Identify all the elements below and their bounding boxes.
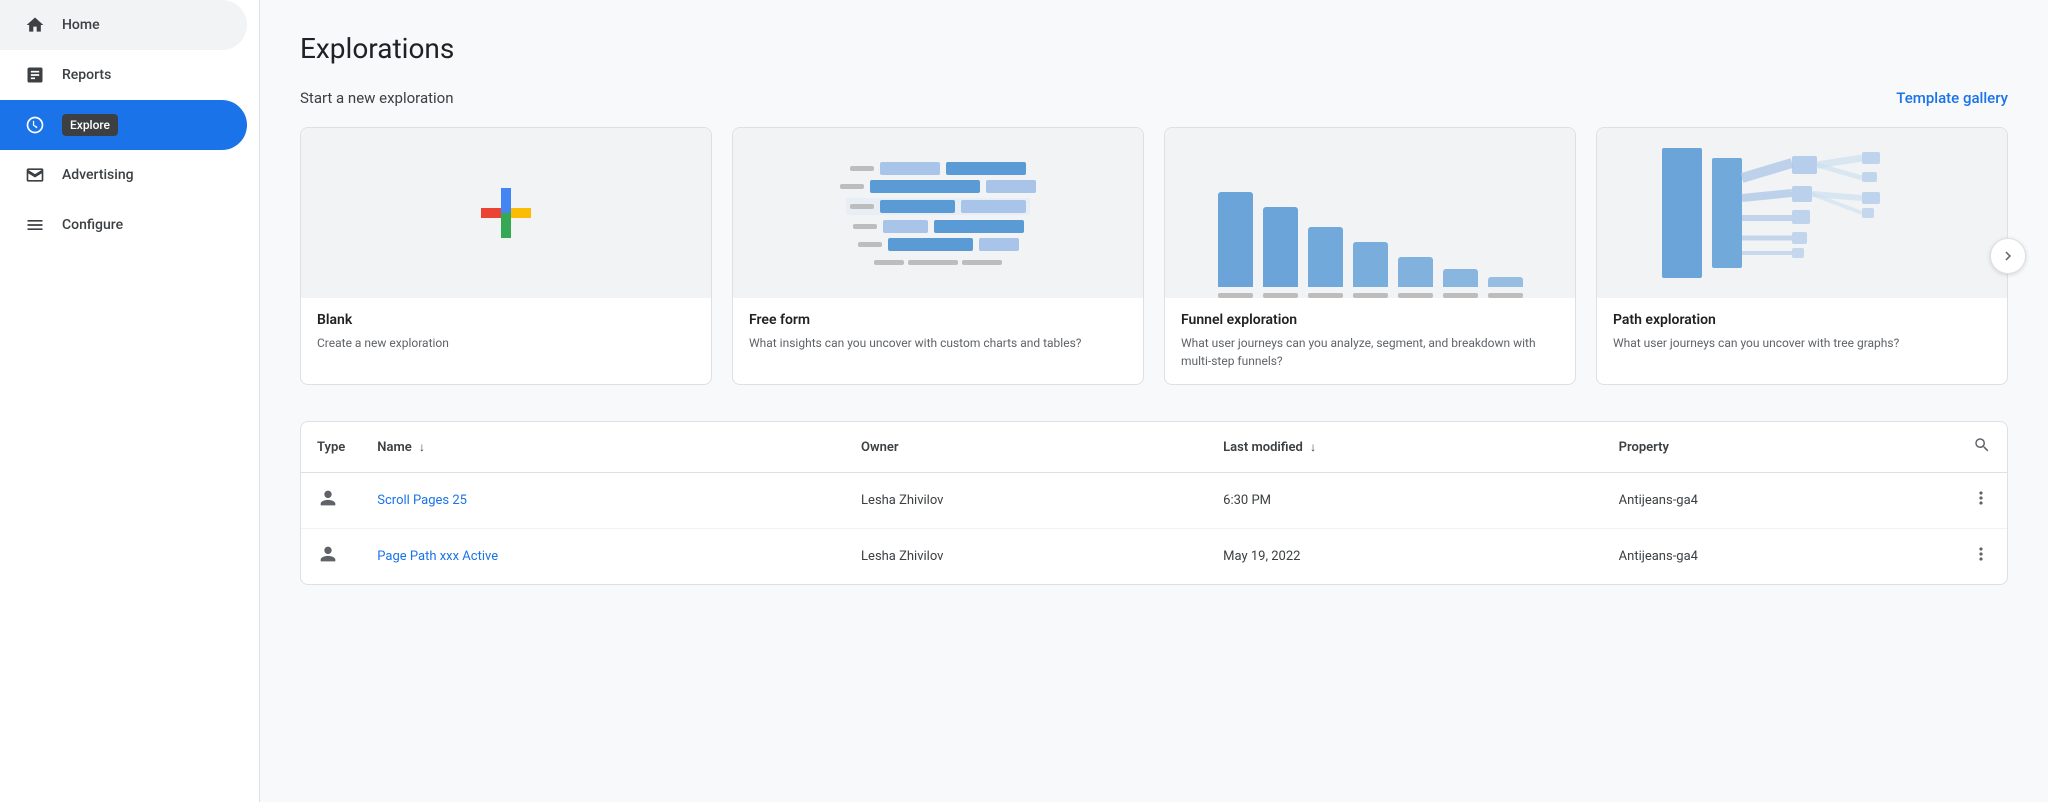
card-freeform-text: Free form What insights can you uncover …	[733, 298, 1143, 366]
row1-owner: Lesha Zhivilov	[845, 473, 1207, 529]
reports-icon	[24, 64, 46, 86]
row2-more-button[interactable]	[1955, 529, 2007, 585]
card-freeform-desc: What insights can you uncover with custo…	[749, 334, 1127, 352]
sidebar-item-home[interactable]: Home	[0, 0, 247, 50]
th-name[interactable]: Name ↓	[361, 422, 845, 473]
row1-name[interactable]: Scroll Pages 25	[361, 473, 845, 529]
card-funnel-title: Funnel exploration	[1181, 312, 1559, 328]
card-funnel-text: Funnel exploration What user journeys ca…	[1165, 298, 1575, 384]
sidebar-label-advertising: Advertising	[62, 167, 134, 183]
table-header-row: Type Name ↓ Owner Last modified ↓ Proper	[301, 422, 2007, 473]
sidebar-item-advertising[interactable]: Advertising	[0, 150, 247, 200]
card-blank[interactable]: Blank Create a new exploration	[300, 127, 712, 385]
explore-tooltip: Explore	[62, 114, 118, 136]
row2-owner: Lesha Zhivilov	[845, 529, 1207, 585]
row1-type	[301, 473, 361, 529]
exploration-cards: Blank Create a new exploration	[300, 127, 2008, 385]
sidebar-item-configure[interactable]: Configure	[0, 200, 247, 250]
modified-sort-icon: ↓	[1310, 440, 1316, 454]
table-row: Page Path xxx Active Lesha Zhivilov May …	[301, 529, 2007, 585]
card-funnel[interactable]: Funnel exploration What user journeys ca…	[1164, 127, 1576, 385]
card-path-desc: What user journeys can you uncover with …	[1613, 334, 1991, 352]
sidebar-item-reports[interactable]: Reports	[0, 50, 247, 100]
page-title: Explorations	[300, 32, 2008, 65]
next-chevron-button[interactable]	[1990, 238, 2026, 274]
card-funnel-desc: What user journeys can you analyze, segm…	[1181, 334, 1559, 370]
card-blank-text: Blank Create a new exploration	[301, 298, 711, 366]
card-path[interactable]: Path exploration What user journeys can …	[1596, 127, 2008, 385]
main-content: Explorations Start a new exploration Tem…	[260, 0, 2048, 802]
card-path-title: Path exploration	[1613, 312, 1991, 328]
name-sort-icon: ↓	[419, 440, 425, 454]
advertising-icon	[24, 164, 46, 186]
section-label: Start a new exploration	[300, 89, 454, 107]
th-property: Property	[1603, 422, 1955, 473]
sidebar-label-home: Home	[62, 17, 100, 33]
card-path-visual	[1597, 128, 2007, 298]
row2-property: Antijeans-ga4	[1603, 529, 1955, 585]
card-freeform-title: Free form	[749, 312, 1127, 328]
card-freeform[interactable]: Free form What insights can you uncover …	[732, 127, 1144, 385]
row2-type	[301, 529, 361, 585]
card-blank-desc: Create a new exploration	[317, 334, 695, 352]
sidebar: Home Reports Explore Explore Advertising…	[0, 0, 260, 802]
th-last-modified[interactable]: Last modified ↓	[1207, 422, 1603, 473]
th-owner: Owner	[845, 422, 1207, 473]
section-header: Start a new exploration Template gallery	[300, 89, 2008, 107]
card-blank-title: Blank	[317, 312, 695, 328]
row2-name[interactable]: Page Path xxx Active	[361, 529, 845, 585]
plus-icon	[477, 184, 535, 242]
sidebar-item-explore[interactable]: Explore Explore	[0, 100, 247, 150]
card-blank-visual	[301, 128, 711, 298]
th-type: Type	[301, 422, 361, 473]
table-body: Scroll Pages 25 Lesha Zhivilov 6:30 PM A…	[301, 473, 2007, 585]
sidebar-label-configure: Configure	[62, 217, 123, 233]
explore-icon	[24, 114, 46, 136]
sidebar-label-reports: Reports	[62, 67, 111, 83]
row1-property: Antijeans-ga4	[1603, 473, 1955, 529]
th-search[interactable]	[1955, 422, 2007, 473]
explorations-table: Type Name ↓ Owner Last modified ↓ Proper	[300, 421, 2008, 585]
table: Type Name ↓ Owner Last modified ↓ Proper	[301, 422, 2007, 584]
card-freeform-visual	[733, 128, 1143, 298]
search-icon[interactable]	[1973, 443, 1991, 458]
row2-modified: May 19, 2022	[1207, 529, 1603, 585]
home-icon	[24, 14, 46, 36]
table-row: Scroll Pages 25 Lesha Zhivilov 6:30 PM A…	[301, 473, 2007, 529]
template-gallery-link[interactable]: Template gallery	[1896, 89, 2008, 107]
row1-more-button[interactable]	[1955, 473, 2007, 529]
configure-icon	[24, 214, 46, 236]
card-funnel-visual	[1165, 128, 1575, 298]
card-path-text: Path exploration What user journeys can …	[1597, 298, 2007, 366]
row1-modified: 6:30 PM	[1207, 473, 1603, 529]
